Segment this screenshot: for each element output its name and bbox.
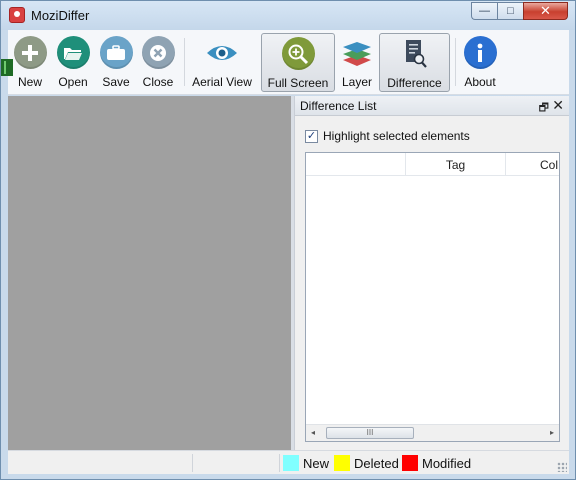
status-divider: [279, 454, 280, 472]
briefcase-icon: [99, 36, 133, 69]
panel-title: Difference List: [300, 99, 377, 113]
close-window-button[interactable]: ✕: [523, 2, 568, 20]
scroll-thumb[interactable]: III: [326, 427, 414, 439]
difference-table[interactable]: Tag Col ◂ III ▸: [305, 152, 560, 442]
zoom-in-icon: [281, 37, 315, 70]
toolbar: New Open Save Close Aerial View Full Scr…: [8, 30, 569, 95]
eye-icon: [206, 36, 239, 69]
aerial-view-button[interactable]: Aerial View: [191, 33, 253, 92]
highlight-checkbox[interactable]: ✓: [305, 129, 318, 143]
column-header-col[interactable]: Col: [506, 153, 559, 175]
minimize-button[interactable]: —: [471, 2, 497, 20]
close-circle-icon: [141, 36, 175, 69]
window-controls: — □ ✕: [471, 2, 568, 21]
legend-new: New: [283, 455, 329, 471]
layers-icon: [341, 36, 374, 69]
about-label: About: [464, 75, 496, 89]
status-divider: [192, 454, 193, 472]
dock-edge-marker: [1, 59, 13, 76]
window-title: MoziDiffer: [31, 8, 90, 23]
new-label: New: [17, 75, 42, 89]
table-header: Tag Col: [306, 153, 559, 176]
title-bar: MoziDiffer — □ ✕: [1, 1, 575, 30]
maximize-button[interactable]: □: [497, 2, 523, 20]
legend-deleted-label: Deleted: [354, 455, 399, 471]
toolbar-separator: [455, 38, 456, 86]
document-search-icon: [398, 37, 431, 70]
highlight-checkbox-row[interactable]: ✓ Highlight selected elements: [305, 129, 470, 143]
legend-deleted: Deleted: [334, 455, 399, 471]
panel-header: Difference List 🗗 ✕: [295, 96, 569, 116]
modified-swatch: [402, 455, 418, 471]
close-button[interactable]: Close: [140, 33, 176, 92]
toolbar-separator: [184, 38, 185, 86]
open-button[interactable]: Open: [54, 33, 92, 92]
legend-new-label: New: [303, 455, 330, 471]
layer-label: Layer: [341, 75, 373, 89]
float-panel-icon[interactable]: 🗗: [539, 99, 549, 118]
folder-open-icon: [56, 36, 90, 69]
new-swatch: [283, 455, 299, 471]
aerial-view-label: Aerial View: [192, 75, 252, 89]
close-label: Close: [142, 75, 174, 89]
close-panel-icon[interactable]: ✕: [552, 97, 564, 114]
open-label: Open: [58, 75, 88, 89]
full-screen-button[interactable]: Full Screen: [261, 33, 335, 92]
legend-modified-label: Modified: [422, 455, 472, 471]
highlight-checkbox-label: Highlight selected elements: [323, 129, 470, 143]
deleted-swatch: [334, 455, 350, 471]
info-icon: [463, 36, 497, 69]
difference-button[interactable]: Difference: [379, 33, 450, 92]
app-logo-icon: [9, 7, 25, 23]
difference-label: Difference: [387, 76, 442, 90]
layer-button[interactable]: Layer: [339, 33, 375, 92]
plus-icon: [13, 36, 47, 69]
new-button[interactable]: New: [12, 33, 48, 92]
difference-list-panel: Difference List 🗗 ✕ ✓ Highlight selected…: [294, 96, 569, 450]
horizontal-scrollbar[interactable]: ◂ III ▸: [306, 424, 559, 441]
app-window: MoziDiffer — □ ✕ New Open Save Close Aer…: [0, 0, 576, 480]
column-header-tag[interactable]: Tag: [406, 153, 506, 175]
save-button[interactable]: Save: [98, 33, 134, 92]
legend-modified: Modified: [402, 455, 471, 471]
status-bar: New Deleted Modified: [8, 450, 569, 474]
about-button[interactable]: About: [460, 33, 500, 92]
column-header-blank[interactable]: [306, 153, 406, 175]
save-label: Save: [102, 75, 130, 89]
full-screen-label: Full Screen: [267, 76, 329, 90]
scroll-left-icon[interactable]: ◂: [311, 428, 315, 437]
resize-grip[interactable]: [557, 462, 567, 472]
scroll-right-icon[interactable]: ▸: [550, 428, 554, 437]
drawing-canvas[interactable]: [8, 96, 291, 450]
